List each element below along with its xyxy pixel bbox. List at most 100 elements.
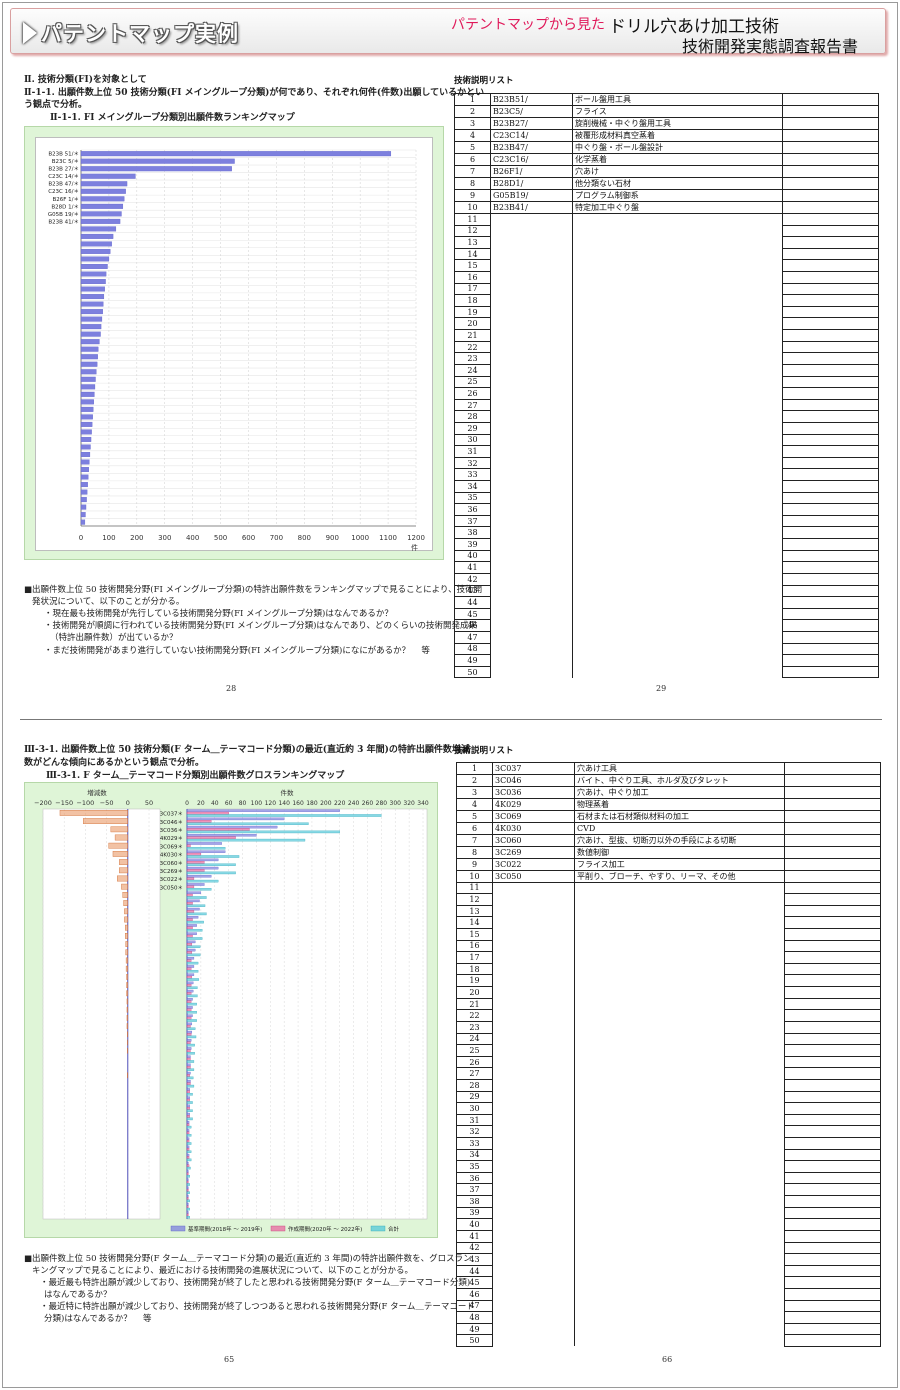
page-number-65: 65 (224, 1355, 235, 1364)
table-row: 12 (456, 893, 881, 906)
row-extra (782, 538, 879, 551)
series-bar (186, 1093, 193, 1096)
table-row: 48 (456, 1311, 881, 1324)
row-extra (784, 1125, 881, 1138)
row-extra (784, 1195, 881, 1208)
row-code (492, 963, 575, 975)
table-row: 11 (454, 213, 879, 226)
table-row: 28 (456, 1078, 881, 1092)
bar (80, 241, 112, 247)
right-tick-label: 260 (362, 800, 374, 807)
left-panel-bg (42, 808, 161, 1220)
row-extra (782, 141, 879, 154)
bottom-chart-caption: Ⅲ-3-1. F ターム＿テーマコード分類別出願件数グロスランキングマップ (46, 771, 345, 781)
row-description (574, 1137, 785, 1150)
table-row: 3 B23B27/旋削機械・中ぐり盤用工具 (454, 117, 879, 130)
row-number: 2 (456, 774, 493, 787)
row-extra (784, 1102, 881, 1115)
row-extra (782, 456, 879, 470)
series-bar (186, 1131, 190, 1135)
table-row: 50 (454, 665, 879, 679)
series-bar (186, 965, 195, 968)
table-row: 39 (454, 538, 879, 551)
row-code (492, 893, 575, 906)
bar (80, 188, 126, 194)
row-description (574, 1021, 785, 1034)
row-description (572, 666, 783, 678)
row-description (572, 352, 783, 365)
series-bar (186, 1148, 190, 1151)
x-tick-label: 900 (326, 534, 339, 542)
row-number: 18 (456, 962, 493, 976)
series-bar (186, 809, 340, 812)
bar (80, 474, 89, 480)
delta-bar (126, 1023, 129, 1029)
table-row: 32 (456, 1125, 881, 1138)
row-extra (782, 352, 879, 365)
row-extra (784, 1287, 881, 1301)
series-bar (186, 953, 201, 957)
right-tick-label: 60 (225, 800, 233, 807)
row-code (490, 294, 573, 307)
row-number: 29 (454, 421, 491, 435)
row-number: 39 (454, 538, 491, 551)
bar (80, 406, 94, 412)
category-label: 3C022＊ (160, 876, 183, 883)
bar (80, 512, 86, 518)
row-description (572, 550, 783, 562)
row-extra (784, 1020, 881, 1034)
category-label: 4K030＊ (160, 852, 183, 859)
table-row: 32 (454, 456, 879, 470)
row-code: 3C269 (492, 845, 575, 859)
left-tick-label: −150 (55, 799, 73, 807)
table-row: 6 C23C16/化学蒸着 (454, 153, 879, 166)
row-description (574, 1253, 785, 1266)
row-extra (784, 798, 881, 811)
row-number: 17 (456, 951, 493, 964)
legend-label: 作成期間(2020年 ～ 2022年) (288, 1225, 362, 1233)
row-extra (784, 1229, 881, 1243)
table-row: 40 (456, 1218, 881, 1231)
row-code: 3C050 (492, 869, 575, 883)
row-extra (784, 1334, 881, 1347)
table-row: 38 (454, 526, 879, 540)
series-bar (186, 1153, 190, 1157)
row-description (574, 1323, 785, 1335)
row-code (492, 1125, 575, 1138)
row-code (492, 1218, 575, 1231)
row-code (490, 259, 573, 272)
row-number: 18 (454, 294, 491, 307)
row-description (572, 422, 783, 435)
legend-swatch (370, 1225, 386, 1232)
row-code (492, 1056, 575, 1068)
table-row: 1 3C037 穴あけ工具 (456, 762, 881, 775)
row-description (574, 951, 785, 964)
row-description (574, 1009, 785, 1022)
series-bar (186, 830, 340, 834)
row-number: 21 (456, 997, 493, 1011)
series-bar (186, 1162, 189, 1165)
x-tick-label: 600 (242, 534, 255, 542)
table-row: 37 (454, 514, 879, 528)
table-row: 42 (454, 572, 879, 586)
row-code (490, 387, 573, 400)
row-number: 30 (456, 1102, 493, 1115)
table-row: 43 (456, 1253, 881, 1266)
category-label: 4K029＊ (160, 835, 183, 842)
row-extra (782, 305, 879, 319)
left-tick-label: 0 (126, 799, 130, 807)
row-extra (782, 177, 879, 190)
row-number: 27 (456, 1067, 493, 1080)
series-bar (186, 888, 212, 891)
bottom-heading-1b: 数がどんな傾向にあるかという観点で分析。 (24, 758, 205, 768)
series-bar (186, 1180, 189, 1184)
top-table-title: 技術説明リスト (454, 76, 514, 86)
row-extra (784, 786, 881, 799)
series-bar (186, 1172, 189, 1176)
row-extra (782, 468, 879, 481)
series-bar (186, 1129, 190, 1132)
fi-ranking-chart: 0 100 200 300 400 500 600 700 800 900 1000 1100 1200… (48, 149, 425, 552)
row-number: 7 (454, 165, 491, 178)
delta-bar (126, 990, 128, 997)
row-code: 3C022 (492, 857, 575, 871)
